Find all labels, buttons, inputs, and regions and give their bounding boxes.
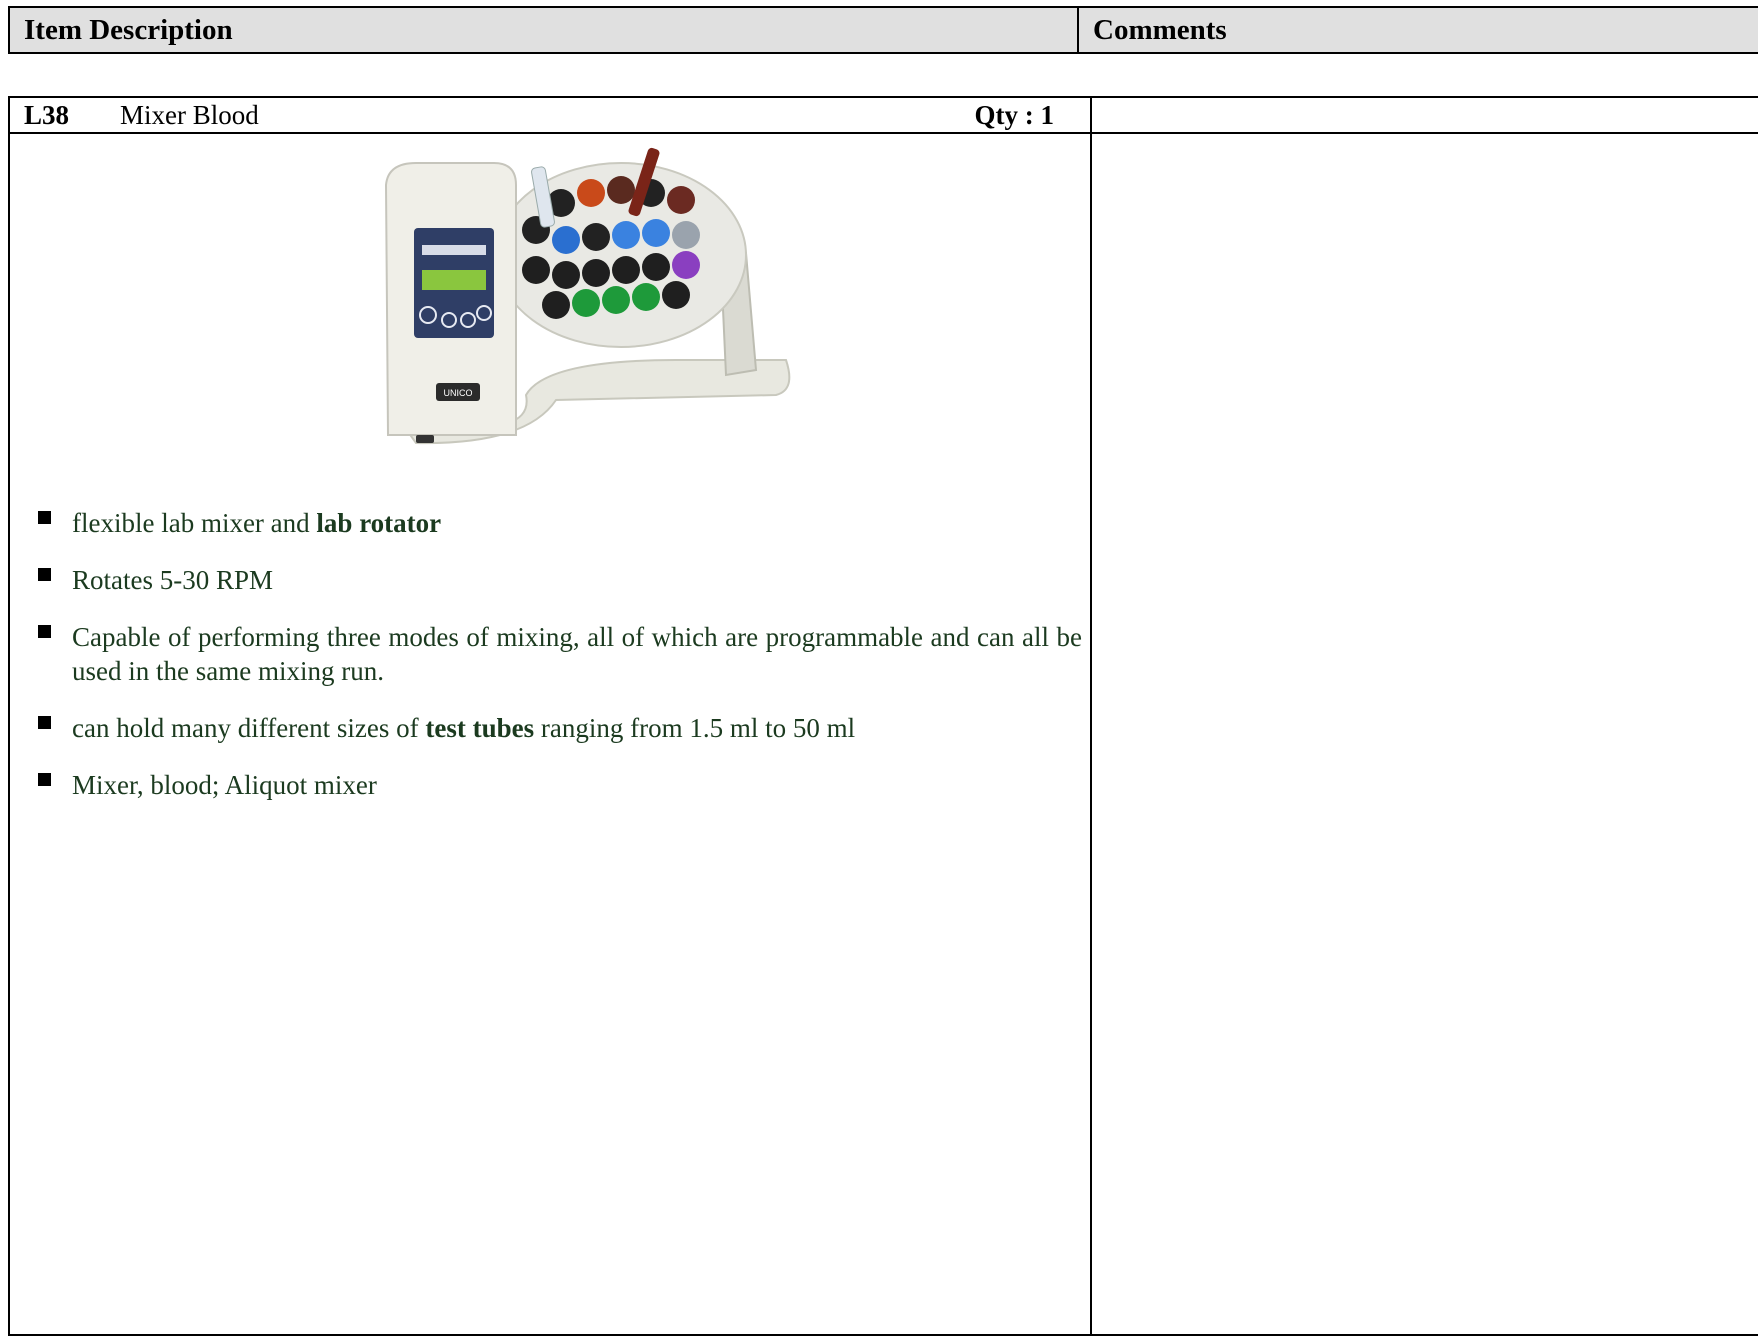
brand-logo: UNICO <box>444 388 473 398</box>
item-quantity: Qty : 1 <box>974 100 1054 130</box>
feature-item: can hold many different sizes of test tu… <box>28 711 1082 745</box>
item-description-header: Item Description <box>10 8 1079 52</box>
bullet-icon <box>38 716 51 729</box>
bullet-icon <box>38 568 51 581</box>
row-divider <box>10 132 1758 134</box>
comments-header: Comments <box>1093 14 1227 46</box>
item-code: L38 <box>24 100 70 130</box>
item-title-row: L38 Mixer Blood Qty : 1 <box>10 98 1090 132</box>
feature-item: Capable of performing three modes of mix… <box>28 620 1082 688</box>
item-name: Mixer Blood <box>120 100 259 130</box>
bullet-icon <box>38 511 51 524</box>
item-table: L38 Mixer Blood Qty : 1 UNICO flexible l… <box>8 96 1758 1336</box>
column-divider <box>1090 98 1092 1334</box>
feature-item: Rotates 5-30 RPM <box>28 563 1082 597</box>
feature-list: flexible lab mixer and lab rotator Rotat… <box>28 506 1082 825</box>
feature-item: flexible lab mixer and lab rotator <box>28 506 1082 540</box>
bullet-icon <box>38 773 51 786</box>
bullet-icon <box>38 625 51 638</box>
column-header-row: Item Description Comments <box>8 6 1758 54</box>
blood-mixer-image: UNICO <box>384 147 791 445</box>
feature-item: Mixer, blood; Aliquot mixer <box>28 768 1082 802</box>
